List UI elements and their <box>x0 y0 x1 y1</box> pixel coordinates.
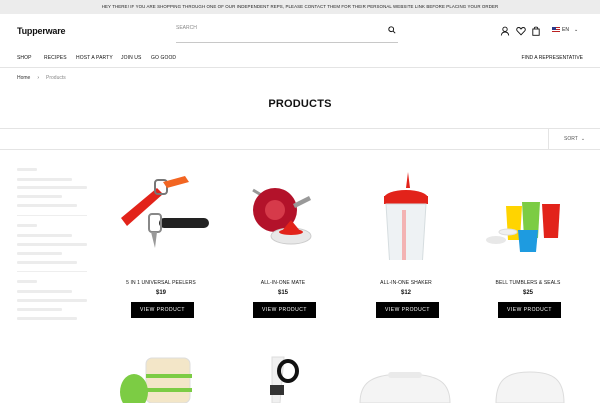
sort-divider <box>548 129 549 150</box>
skeleton-line <box>17 308 62 311</box>
tupperware-logo[interactable]: Tupperware <box>17 26 66 36</box>
search-bar <box>176 23 398 43</box>
heart-icon[interactable] <box>516 26 526 36</box>
main-nav: SHOP RECIPES HOST A PARTY JOIN US GO GOO… <box>0 52 600 66</box>
chevron-down-icon: ⌄ <box>580 136 586 142</box>
language-label: EN <box>562 27 569 33</box>
announcement-bar: HEY THERE! IF YOU ARE SHOPPING THROUGH O… <box>0 0 600 14</box>
skeleton-line <box>17 290 72 293</box>
product-name[interactable]: 5 IN 1 UNIVERSAL PEELERS <box>106 280 216 286</box>
nav-item-host-a-party[interactable]: HOST A PARTY <box>76 55 113 61</box>
sort-label: SORT <box>564 136 578 142</box>
product-price: $12 <box>400 290 411 296</box>
skeleton-line <box>17 224 37 227</box>
view-product-button[interactable]: VIEW PRODUCT <box>376 302 439 318</box>
nav-item-shop[interactable]: SHOP <box>17 55 32 61</box>
skeleton-line <box>17 299 87 302</box>
product-image-row2-3[interactable] <box>350 368 460 403</box>
skeleton-line <box>17 252 62 255</box>
breadcrumb-home[interactable]: Home <box>17 75 30 81</box>
peelers-image[interactable] <box>111 170 211 260</box>
skeleton-line <box>17 195 62 198</box>
skeleton-line <box>17 261 77 264</box>
skeleton-line <box>17 168 37 171</box>
nav-divider <box>0 67 600 68</box>
find-representative-link[interactable]: FIND A REPRESENTATIVE <box>522 55 584 61</box>
shaker-image[interactable] <box>356 170 456 260</box>
tumblers-image[interactable] <box>478 170 578 260</box>
announcement-text: HEY THERE! IF YOU ARE SHOPPING THROUGH O… <box>101 4 499 9</box>
product-name[interactable]: BELL TUMBLERS & SEALS <box>473 280 583 286</box>
page-title: PRODUCTS <box>268 98 332 110</box>
site-header: Tupperware EN ⌄ <box>0 14 600 48</box>
chevron-right-icon: › <box>37 75 40 81</box>
view-product-button[interactable]: VIEW PRODUCT <box>131 302 194 318</box>
product-price: $15 <box>277 290 288 296</box>
skeleton-line <box>17 178 72 181</box>
user-icon[interactable] <box>500 26 510 36</box>
language-selector[interactable]: EN ⌄ <box>552 27 578 33</box>
product-price: $25 <box>522 290 533 296</box>
skeleton-line <box>17 280 37 283</box>
search-input[interactable] <box>176 23 381 33</box>
chevron-down-icon: ⌄ <box>573 27 579 33</box>
skeleton-line <box>17 234 72 237</box>
view-product-button[interactable]: VIEW PRODUCT <box>498 302 561 318</box>
breadcrumb-current: Products <box>46 75 66 81</box>
product-price: $19 <box>155 290 166 296</box>
search-icon[interactable] <box>388 26 396 34</box>
skeleton-line <box>17 243 87 246</box>
us-flag-icon <box>552 27 560 33</box>
nav-item-recipes[interactable]: RECIPES <box>44 55 67 61</box>
mate-image[interactable] <box>233 170 333 260</box>
product-image-row2-4[interactable] <box>490 368 570 403</box>
sort-dropdown[interactable]: SORT ⌄ <box>564 136 585 142</box>
product-name[interactable]: ALL-IN-ONE SHAKER <box>351 280 461 286</box>
view-product-button[interactable]: VIEW PRODUCT <box>253 302 316 318</box>
nav-item-go-good[interactable]: GO GOOD <box>151 55 176 61</box>
skeleton-line <box>17 186 87 189</box>
nav-item-join-us[interactable]: JOIN US <box>121 55 141 61</box>
skeleton-divider <box>17 271 87 272</box>
product-image-row2-2[interactable] <box>258 355 318 403</box>
product-name[interactable]: ALL-IN-ONE MATE <box>228 280 338 286</box>
skeleton-line <box>17 317 77 320</box>
breadcrumb: Home › Products <box>17 75 66 81</box>
skeleton-divider <box>17 215 87 216</box>
product-image-row2-1[interactable] <box>116 352 206 403</box>
sort-bar: SORT ⌄ <box>0 128 600 150</box>
skeleton-line <box>17 204 77 207</box>
shopping-bag-icon[interactable] <box>531 26 541 36</box>
